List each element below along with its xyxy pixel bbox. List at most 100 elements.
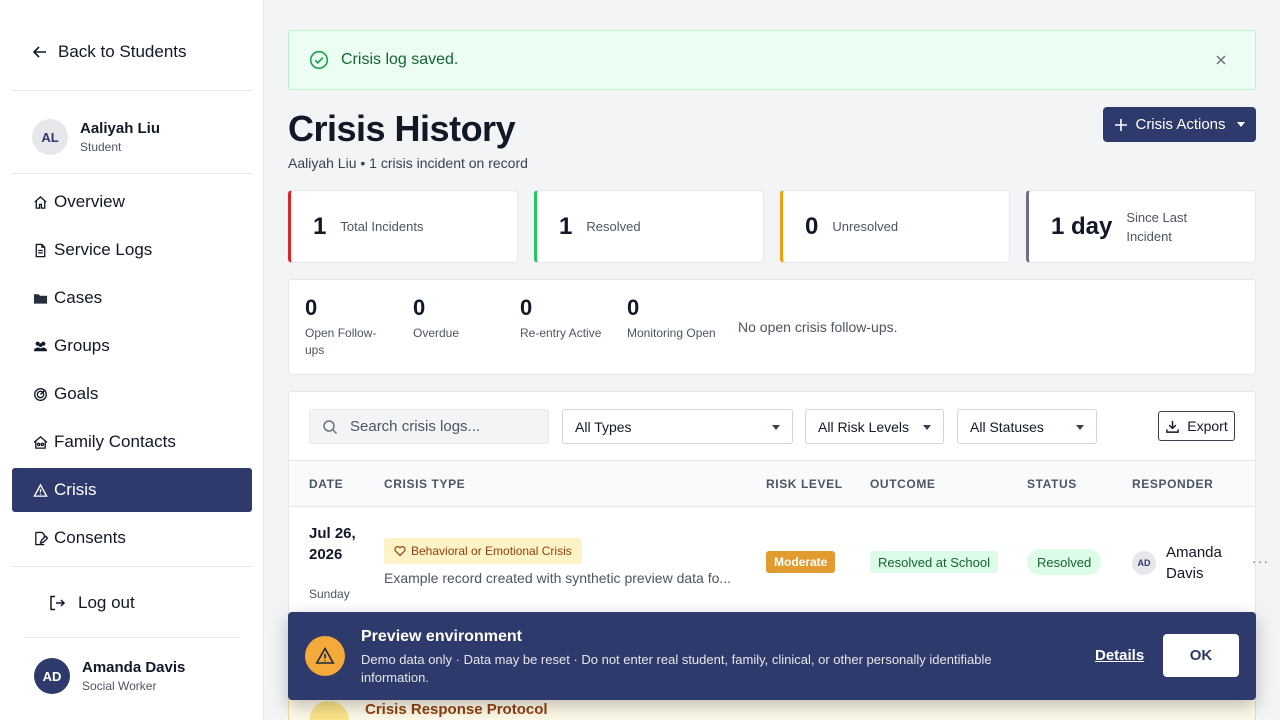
stat-value: 1 day [1051, 212, 1113, 240]
status-badge: Resolved [1027, 549, 1102, 575]
divider [12, 90, 252, 91]
student-name: Aaliyah Liu [80, 120, 161, 137]
success-toast: Crisis log saved. [288, 30, 1256, 90]
avatar: AD [1132, 551, 1156, 575]
sidebar-item-label: Crisis [54, 480, 97, 499]
banner-title: Preview environment [361, 628, 522, 645]
risk-filter-select[interactable]: All Risk Levels [805, 409, 944, 444]
stat-value: 1 [313, 212, 327, 240]
stat-label: Resolved [586, 219, 641, 234]
column-header[interactable]: DATE [309, 477, 343, 491]
metric-monitoring-open: 0 Monitoring Open [627, 295, 716, 342]
users-icon [33, 341, 48, 351]
crisis-actions-button[interactable]: Crisis Actions [1103, 107, 1256, 142]
risk-badge: Moderate [766, 551, 836, 573]
file-icon [35, 243, 46, 257]
metric-label: Re-entry Active [520, 326, 602, 340]
column-header[interactable]: RESPONDER [1132, 477, 1213, 491]
metric-value: 0 [305, 295, 318, 320]
divider [12, 566, 252, 567]
metric-open-follow-ups: 0 Open Follow-ups [305, 295, 395, 359]
column-header[interactable]: RISK LEVEL [766, 477, 843, 491]
row-day: Sunday [309, 587, 350, 601]
crisis-type-label: Behavioral or Emotional Crisis [411, 544, 572, 558]
metric-re-entry-active: 0 Re-entry Active [520, 295, 601, 342]
metric-label: Overdue [413, 326, 460, 340]
sidebar-item-groups[interactable]: Groups [12, 324, 252, 368]
type-filter-select[interactable]: All Types [562, 409, 793, 444]
sidebar-item-service-logs[interactable]: Service Logs [12, 228, 252, 272]
search-icon [323, 419, 338, 434]
sidebar-item-cases[interactable]: Cases [12, 276, 252, 320]
metric-value: 0 [627, 295, 640, 320]
warning-triangle-icon [315, 646, 335, 664]
user-name: Amanda Davis [82, 659, 186, 676]
back-label: Back to Students [58, 42, 187, 61]
current-user: AD Amanda Davis Social Worker [34, 658, 185, 694]
divider [24, 637, 240, 638]
row-actions-button[interactable]: ··· [1252, 553, 1269, 569]
check-circle-icon [309, 50, 329, 70]
chevron-down-icon [923, 425, 931, 430]
chevron-down-icon [1076, 425, 1084, 430]
folder-icon [33, 293, 48, 304]
stat-label: Unresolved [832, 219, 899, 234]
risk-filter-value: All Risk Levels [818, 418, 910, 435]
outcome-badge: Resolved at School [870, 551, 999, 573]
sidebar-item-label: Groups [54, 336, 110, 355]
search-input[interactable] [350, 418, 540, 435]
sidebar: Back to Students AL Aaliyah Liu Student … [0, 0, 264, 720]
edit-document-icon [35, 531, 48, 545]
chevron-down-icon [772, 425, 780, 430]
column-header[interactable]: OUTCOME [870, 477, 936, 491]
back-to-students-link[interactable]: Back to Students [32, 42, 187, 62]
responder: AD Amanda Davis [1132, 542, 1226, 584]
search-box[interactable] [309, 409, 549, 444]
stat-card-since-last: 1 day Since Last Incident [1026, 190, 1256, 263]
sidebar-item-consents[interactable]: Consents [12, 516, 252, 560]
metric-overdue: 0 Overdue [413, 295, 459, 342]
stat-card-resolved: 1 Resolved [534, 190, 764, 263]
heart-icon [394, 546, 406, 557]
responder-name: Amanda Davis [1166, 544, 1222, 582]
stat-card-total: 1 Total Incidents [288, 190, 518, 263]
type-filter-value: All Types [575, 418, 632, 435]
target-icon [34, 387, 47, 401]
logout-button[interactable]: Log out [48, 593, 135, 613]
avatar: AL [32, 119, 68, 155]
banner-details-link[interactable]: Details [1095, 647, 1144, 664]
banner-ok-button[interactable]: OK [1163, 634, 1239, 677]
logout-icon [50, 595, 66, 611]
row-date: Jul 26, 2026 [309, 525, 356, 563]
export-label: Export [1187, 418, 1228, 434]
stat-card-unresolved: 0 Unresolved [780, 190, 1010, 263]
divider [12, 173, 252, 174]
warning-icon [309, 701, 349, 720]
sidebar-item-goals[interactable]: Goals [12, 372, 252, 416]
sidebar-item-label: Overview [54, 192, 125, 211]
close-icon[interactable] [1213, 52, 1229, 68]
arrow-left-icon [32, 46, 46, 58]
family-icon [33, 435, 48, 449]
metric-value: 0 [413, 295, 426, 320]
status-filter-select[interactable]: All Statuses [957, 409, 1097, 444]
sidebar-item-overview[interactable]: Overview [12, 180, 252, 224]
sidebar-nav: Overview Service Logs Cases Groups Goals… [12, 180, 252, 564]
stat-value: 0 [805, 212, 819, 240]
row-description: Example record created with synthetic pr… [384, 570, 732, 586]
student-profile: AL Aaliyah Liu Student [32, 119, 160, 155]
crisis-type-badge: Behavioral or Emotional Crisis [384, 538, 582, 564]
column-header[interactable]: STATUS [1027, 477, 1077, 491]
stat-label: Total Incidents [340, 219, 424, 234]
column-header[interactable]: CRISIS TYPE [384, 477, 465, 491]
logout-label: Log out [78, 593, 135, 612]
sidebar-item-crisis[interactable]: Crisis [12, 468, 252, 512]
export-button[interactable]: Export [1158, 411, 1235, 441]
download-icon [1166, 420, 1180, 433]
warning-icon [33, 482, 48, 497]
status-filter-value: All Statuses [970, 418, 1044, 435]
sidebar-item-family-contacts[interactable]: Family Contacts [12, 420, 252, 464]
page-title: Crisis History [288, 108, 516, 149]
banner-text: Demo data only · Data may be reset · Do … [361, 652, 992, 685]
metric-label: Monitoring Open [627, 326, 716, 340]
